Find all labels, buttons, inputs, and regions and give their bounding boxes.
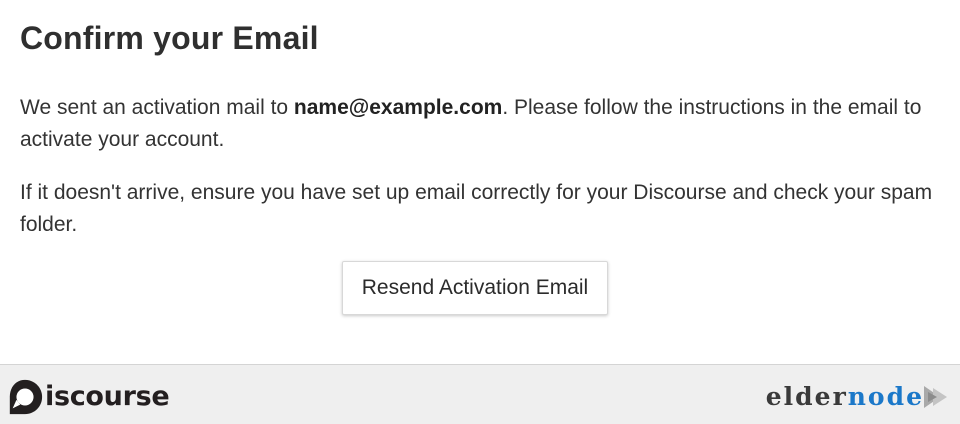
resend-activation-button[interactable]: Resend Activation Email [342, 261, 608, 315]
email-address: name@example.com [293, 96, 503, 119]
spam-help-message: If it doesn't arrive, ensure you have se… [20, 181, 933, 236]
eldernode-logo-text-part1: elder [765, 382, 848, 411]
footer-bar: iscourse eldernode [0, 365, 960, 424]
eldernode-logo: eldernode [766, 377, 952, 417]
eldernode-logo-text-part2: node [847, 382, 924, 411]
discourse-logo: iscourse [6, 377, 170, 417]
activation-message-prefix: We sent an activation mail to [20, 96, 294, 119]
confirm-email-panel: Confirm your Email We sent an activation… [0, 0, 960, 364]
page-title: Confirm your Email [20, 20, 319, 56]
discourse-logo-icon [9, 379, 43, 415]
discourse-logo-text: iscourse [45, 381, 170, 412]
eldernode-logo-text: eldernode [766, 378, 924, 416]
activation-message: We sent an activation mail to name@examp… [20, 92, 940, 156]
play-arrows-icon [924, 386, 947, 408]
